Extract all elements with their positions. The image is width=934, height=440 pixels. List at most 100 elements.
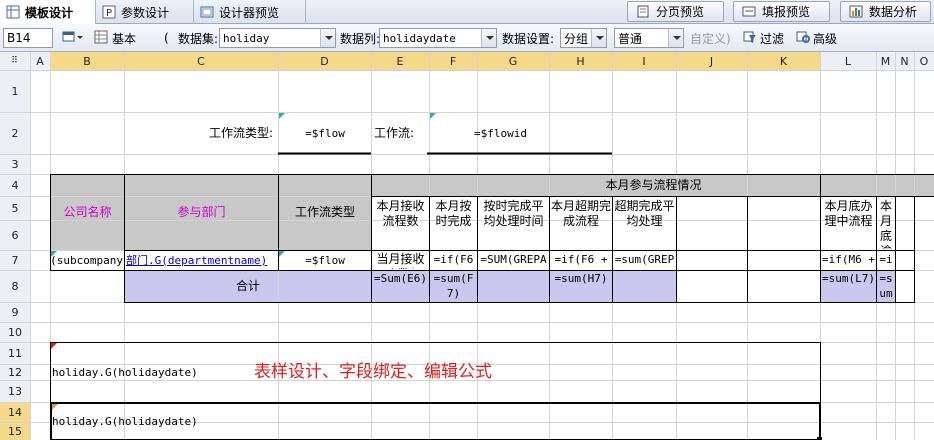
select-all-corner[interactable]: ⠿ bbox=[0, 52, 30, 70]
row-header-10[interactable]: 10 bbox=[0, 322, 30, 342]
row-header-2[interactable]: 2 bbox=[0, 112, 30, 154]
cell-e4-header[interactable]: 本月参与流程情况 bbox=[373, 175, 934, 195]
cell-b4-company[interactable]: 公司名称 bbox=[52, 175, 123, 249]
cell-e8[interactable]: =Sum(E6) bbox=[373, 271, 428, 301]
tab-parameter-design[interactable]: P 参数设计 bbox=[96, 0, 194, 24]
cell-g2-formula[interactable]: =$flowid bbox=[389, 113, 612, 153]
paren-open: ( bbox=[164, 31, 169, 45]
column-header-e[interactable]: E bbox=[371, 52, 429, 70]
row-header-9[interactable]: 9 bbox=[0, 302, 30, 322]
column-header-o[interactable]: O bbox=[914, 52, 934, 70]
row-header-12[interactable]: 12 bbox=[0, 364, 30, 380]
column-header-c[interactable]: C bbox=[124, 52, 278, 70]
cell-g7[interactable]: =SUM(GREPARRAY bbox=[479, 251, 548, 269]
advanced-settings-icon bbox=[796, 30, 810, 47]
group-mode-select[interactable]: 普通 bbox=[614, 28, 684, 48]
column-header-l[interactable]: L bbox=[820, 52, 876, 70]
row-header-7[interactable]: 7 bbox=[0, 250, 30, 270]
border-col5-13 bbox=[895, 196, 915, 251]
column-header-m[interactable]: M bbox=[876, 52, 895, 70]
row-header-15[interactable]: 15 bbox=[0, 422, 30, 440]
custom-option[interactable]: 自定义) bbox=[690, 24, 731, 52]
column-header-f[interactable]: F bbox=[429, 52, 477, 70]
cell-d4-type[interactable]: 工作流类型 bbox=[280, 175, 370, 249]
cell-g5[interactable]: 按时完成平均处理时间 bbox=[479, 197, 548, 249]
column-header-b[interactable]: B bbox=[50, 52, 124, 70]
annotation-text[interactable]: 表样设计、字段绑定、编辑公式 bbox=[254, 343, 574, 401]
tab-designer-preview[interactable]: 设计器预览 bbox=[194, 0, 306, 24]
column-header-a[interactable]: A bbox=[30, 52, 50, 70]
advanced-button[interactable]: 高级 bbox=[796, 24, 837, 52]
cell-m5[interactable]: 本月底逾期未完成 bbox=[878, 197, 894, 249]
cell-c4-dept[interactable]: 参与部门 bbox=[126, 175, 277, 249]
column-header-i[interactable]: I bbox=[612, 52, 676, 70]
marker-b11 bbox=[51, 343, 57, 349]
cell-l8[interactable]: =sum(L7) bbox=[822, 271, 875, 301]
column-header-d[interactable]: D bbox=[278, 52, 371, 70]
page-preview-button[interactable]: 分页预览 bbox=[627, 1, 724, 22]
row-header-6[interactable]: 6 bbox=[0, 220, 30, 250]
cell-d7[interactable]: =$flow bbox=[280, 251, 370, 269]
cell-toolbar: B14 基本 ( 数据集: holiday 数据列: holidaydate 数… bbox=[0, 24, 934, 52]
tab-template-design[interactable]: 模板设计 bbox=[0, 0, 96, 24]
svg-text:P: P bbox=[106, 8, 112, 19]
cell-c8-total[interactable]: 合计 bbox=[126, 271, 370, 301]
row-header-11[interactable]: 11 bbox=[0, 342, 30, 364]
cell-i5[interactable]: 超期完成平均处理 bbox=[614, 197, 675, 249]
tab-label: 参数设计 bbox=[121, 5, 170, 20]
dataset-select[interactable]: holiday bbox=[219, 28, 336, 48]
row-header-13[interactable]: 13 bbox=[0, 380, 30, 402]
cell-e5[interactable]: 本月接收流程数 bbox=[373, 197, 428, 249]
filter-icon bbox=[743, 30, 757, 47]
grid-dots-icon: ⠿ bbox=[11, 56, 19, 66]
chevron-down-icon[interactable] bbox=[481, 29, 496, 47]
cell-l5[interactable]: 本月底办理中流程 bbox=[822, 197, 875, 249]
cell-l7[interactable]: =if(M6 + N6 = bbox=[822, 251, 875, 269]
column-label: 数据列: bbox=[340, 31, 381, 46]
tab-label: 模板设计 bbox=[25, 5, 74, 20]
row-header-8[interactable]: 8 bbox=[0, 270, 30, 302]
spreadsheet-grid[interactable]: ⠿ABCDEFGHIJKLMNO12345678910111213141516工… bbox=[0, 52, 934, 440]
row-header-5[interactable]: 5 bbox=[0, 196, 30, 220]
row-header-3[interactable]: 3 bbox=[0, 154, 30, 174]
basic-mode-button[interactable]: 基本 bbox=[94, 24, 136, 52]
data-setting-select[interactable]: 分组 bbox=[560, 28, 607, 48]
chevron-down-icon[interactable] bbox=[591, 29, 606, 47]
cell-style-icon bbox=[62, 30, 84, 47]
cell-c2-label[interactable]: 工作流类型: bbox=[126, 113, 277, 153]
cell-reference-box[interactable]: B14 bbox=[3, 28, 53, 48]
cell-f7[interactable]: =if(F6 + G6 bbox=[431, 251, 476, 269]
border-col7-9 bbox=[676, 250, 748, 271]
cell-h8[interactable]: =sum(H7) bbox=[551, 271, 611, 301]
chevron-down-icon[interactable] bbox=[320, 29, 335, 47]
row-header-1[interactable]: 1 bbox=[0, 70, 30, 112]
column-select[interactable]: holidaydate bbox=[379, 28, 497, 48]
top-tab-bar: 模板设计 P 参数设计 设计器预览 分页预览 填报预览 数据分析 bbox=[0, 0, 934, 24]
cell-style-dropdown[interactable] bbox=[62, 24, 88, 52]
column-header-n[interactable]: N bbox=[895, 52, 914, 70]
cell-f8[interactable]: =sum(F7) bbox=[431, 271, 476, 301]
cell-f5[interactable]: 本月按时完成 bbox=[431, 197, 476, 249]
cell-d2-formula[interactable]: =$flow bbox=[280, 113, 370, 153]
cell-b15[interactable]: holiday.G(holidaydate) bbox=[52, 403, 370, 439]
cell-m7[interactable]: =if(M6 + N6 = bbox=[878, 251, 894, 269]
column-header-g[interactable]: G bbox=[477, 52, 549, 70]
cell-h7[interactable]: =if(F6 + G6 = 0, bbox=[551, 251, 611, 269]
cell-i7[interactable]: =sum(GREPARRA bbox=[614, 251, 675, 269]
tab-label: 设计器预览 bbox=[219, 5, 280, 20]
cell-m8[interactable]: =sum(M7 bbox=[878, 271, 894, 301]
basic-grid-icon bbox=[94, 30, 108, 47]
filter-button[interactable]: 过滤 bbox=[743, 24, 784, 52]
fill-preview-button[interactable]: 填报预览 bbox=[733, 1, 830, 22]
chevron-down-icon[interactable] bbox=[668, 29, 683, 47]
cell-e7[interactable]: 当月接收个数( bbox=[373, 251, 428, 269]
row-header-14[interactable]: 14 bbox=[0, 402, 30, 422]
column-header-k[interactable]: K bbox=[747, 52, 820, 70]
data-analysis-button[interactable]: 数据分析 bbox=[840, 1, 931, 22]
column-header-j[interactable]: J bbox=[676, 52, 747, 70]
cell-b7[interactable]: G(subcompany bbox=[52, 251, 123, 269]
cell-h5[interactable]: 本月超期完成流程 bbox=[551, 197, 611, 249]
cell-c7-dept-field[interactable]: 部门.G(departmentname) bbox=[126, 251, 277, 269]
column-header-h[interactable]: H bbox=[549, 52, 612, 70]
row-header-4[interactable]: 4 bbox=[0, 174, 30, 196]
